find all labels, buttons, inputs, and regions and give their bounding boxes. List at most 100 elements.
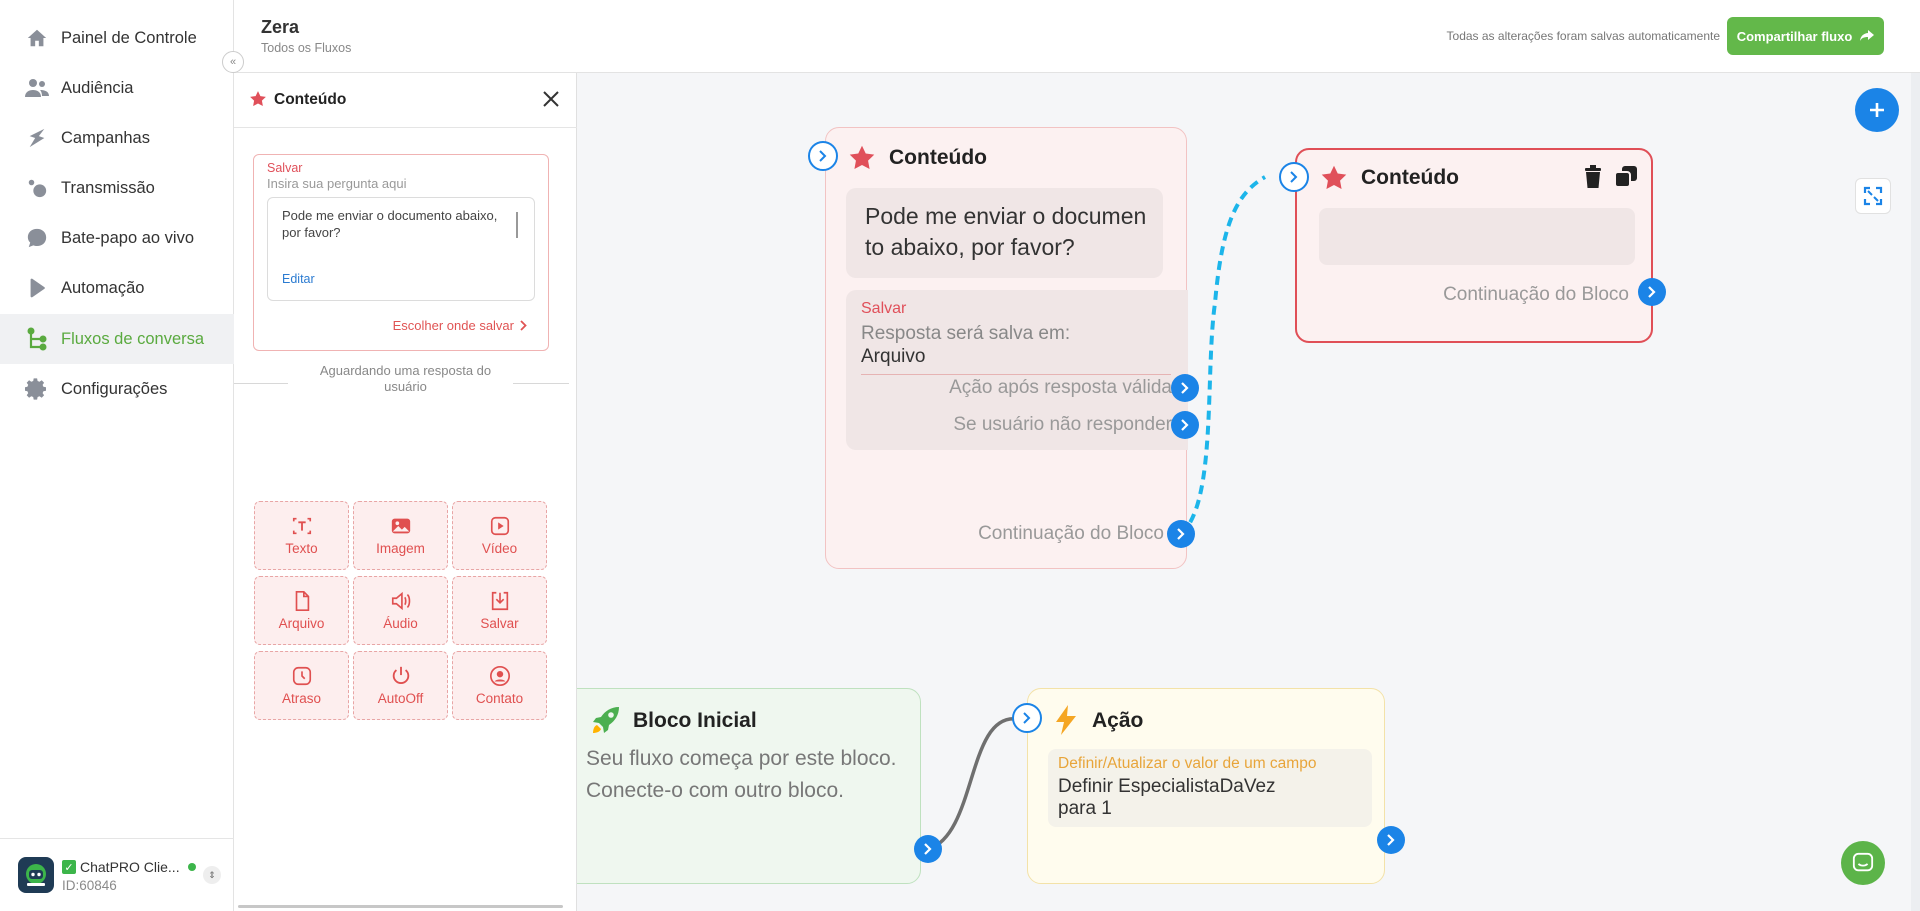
output-port-continuation-second[interactable]: [1638, 278, 1666, 306]
add-text-button[interactable]: Texto: [254, 501, 349, 570]
divider: [861, 374, 1171, 375]
audio-icon: [391, 591, 410, 611]
connection-content-to-content: [1179, 175, 1266, 536]
start-node[interactable]: Bloco Inicial Seu fluxo começa por este …: [577, 688, 921, 884]
star-icon: [849, 145, 875, 169]
clock-icon: [292, 666, 311, 686]
save-icon: [491, 591, 508, 611]
add-video-button[interactable]: Vídeo: [452, 501, 547, 570]
chevron-updown-icon[interactable]: ⇕: [203, 866, 221, 884]
sidebar-item-live-chat[interactable]: Bate-papo ao vivo: [0, 213, 234, 263]
add-audio-button[interactable]: Áudio: [353, 576, 448, 645]
autosave-status: Todas as alterações foram salvas automat…: [1446, 29, 1720, 43]
add-image-button[interactable]: Imagem: [353, 501, 448, 570]
avatar: [18, 857, 54, 893]
sidebar-item-campaigns[interactable]: Campanhas: [0, 113, 234, 163]
close-icon[interactable]: [539, 87, 563, 111]
input-port-content-second[interactable]: [1279, 162, 1309, 192]
start-node-description: Seu fluxo começa por este bloco. Conecte…: [586, 747, 897, 802]
node-title: Bloco Inicial: [633, 709, 757, 732]
input-port-content-main[interactable]: [808, 141, 838, 171]
sidebar-item-dashboard[interactable]: Painel de Controle: [0, 13, 234, 63]
chat-bubble-icon: [25, 226, 49, 250]
question-placeholder: Insira sua pergunta aqui: [267, 176, 407, 191]
sidebar-item-audience[interactable]: Audiência: [0, 63, 234, 113]
sidebar-item-conversation-flows[interactable]: Fluxos de conversa: [0, 314, 234, 364]
account-id: ID:60846: [62, 878, 117, 893]
content-node-second[interactable]: Conteúdo Continuação do Bloco: [1295, 148, 1653, 343]
share-flow-button[interactable]: Compartilhar fluxo: [1727, 17, 1884, 55]
image-icon: [391, 518, 410, 534]
flow-canvas[interactable]: Conteúdo Pode me enviar o documen to aba…: [577, 73, 1920, 911]
output-port-continuation-main[interactable]: [1167, 520, 1195, 548]
text-icon: [292, 517, 311, 535]
add-save-button[interactable]: Salvar: [452, 576, 547, 645]
sidebar: Painel de Controle Audiência Campanhas T…: [0, 0, 234, 911]
home-icon: [25, 26, 49, 50]
chevron-right-icon: [1023, 712, 1031, 724]
no-response-action: Se usuário não responder: [953, 414, 1172, 435]
action-value-line1: Definir EspecialistaDaVez: [1058, 776, 1276, 797]
text-scrollbar[interactable]: [516, 212, 518, 238]
block-continuation: Continuação do Bloco: [978, 523, 1164, 544]
action-label: Definir/Atualizar o valor de um campo: [1058, 755, 1317, 772]
support-chat-button[interactable]: [1841, 841, 1885, 885]
edit-link[interactable]: Editar: [282, 272, 315, 286]
question-input[interactable]: Pode me enviar o documento abaixo, por f…: [267, 197, 535, 301]
add-autooff-button[interactable]: AutoOff: [353, 651, 448, 720]
save-info: Resposta será salva em:: [861, 323, 1071, 344]
divider: [513, 383, 569, 384]
copy-icon[interactable]: [1614, 165, 1638, 189]
panel-horizontal-scrollbar[interactable]: [238, 905, 563, 908]
add-contact-button[interactable]: Contato: [452, 651, 547, 720]
chat-icon: [1852, 852, 1874, 872]
question-block[interactable]: Salvar Insira sua pergunta aqui Pode me …: [253, 154, 549, 351]
account-name: ChatPRO Clie...: [80, 859, 180, 875]
sidebar-item-broadcast[interactable]: Transmissão: [0, 163, 234, 213]
header: Zera Todos os Fluxos Todas as alterações…: [234, 0, 1920, 73]
sidebar-item-automation[interactable]: Automação: [0, 263, 234, 313]
power-icon: [392, 666, 409, 684]
choose-save-location-link[interactable]: Escolher onde salvar: [393, 318, 527, 333]
output-port-action[interactable]: [1377, 826, 1405, 854]
fit-view-button[interactable]: [1855, 178, 1891, 214]
chevron-right-icon: [1387, 834, 1395, 846]
panel-title: Conteúdo: [274, 91, 347, 108]
waiting-response-text: Aguardando uma resposta do usuário: [319, 363, 492, 394]
file-icon: [295, 591, 309, 611]
share-arrow-icon: [1860, 30, 1875, 41]
collapse-sidebar-button[interactable]: «: [222, 51, 244, 73]
node-title: Conteúdo: [889, 146, 987, 169]
sidebar-item-settings[interactable]: Configurações: [0, 364, 234, 414]
block-continuation: Continuação do Bloco: [1443, 284, 1629, 305]
node-title: Conteúdo: [1361, 166, 1459, 189]
input-port-action[interactable]: [1012, 703, 1042, 733]
divider: [234, 383, 288, 384]
output-port-no-response[interactable]: [1171, 411, 1199, 439]
output-port-valid-response[interactable]: [1171, 374, 1199, 402]
account-switcher[interactable]: ✓ ChatPRO Clie... ID:60846 ⇕: [0, 838, 234, 911]
contact-icon: [489, 666, 510, 686]
content-node-main[interactable]: Conteúdo Pode me enviar o documen to aba…: [825, 127, 1188, 569]
save-label: Salvar: [861, 300, 907, 317]
connection-start-to-action: [928, 717, 1018, 851]
question-text: Pode me enviar o documento abaixo, por f…: [282, 208, 498, 240]
trash-icon[interactable]: [1583, 165, 1603, 189]
output-port-start[interactable]: [914, 835, 942, 863]
add-block-button[interactable]: [1855, 88, 1899, 132]
chevron-right-icon: [1181, 419, 1189, 431]
chevron-right-icon: [924, 843, 932, 855]
page-title: Zera: [261, 17, 300, 37]
plus-icon: [1870, 103, 1884, 117]
node-title: Ação: [1092, 709, 1144, 732]
save-target: Arquivo: [861, 346, 926, 367]
add-delay-button[interactable]: Atraso: [254, 651, 349, 720]
breadcrumb-all-flows[interactable]: Todos os Fluxos: [261, 41, 351, 55]
action-node[interactable]: Ação Definir/Atualizar o valor de um cam…: [1027, 688, 1385, 884]
chevron-right-icon: [1177, 528, 1185, 540]
campaign-icon: [25, 126, 49, 150]
canvas-scrollbar[interactable]: [1911, 73, 1920, 911]
add-file-button[interactable]: Arquivo: [254, 576, 349, 645]
chevron-right-icon: [1290, 171, 1298, 183]
users-icon: [25, 76, 49, 100]
